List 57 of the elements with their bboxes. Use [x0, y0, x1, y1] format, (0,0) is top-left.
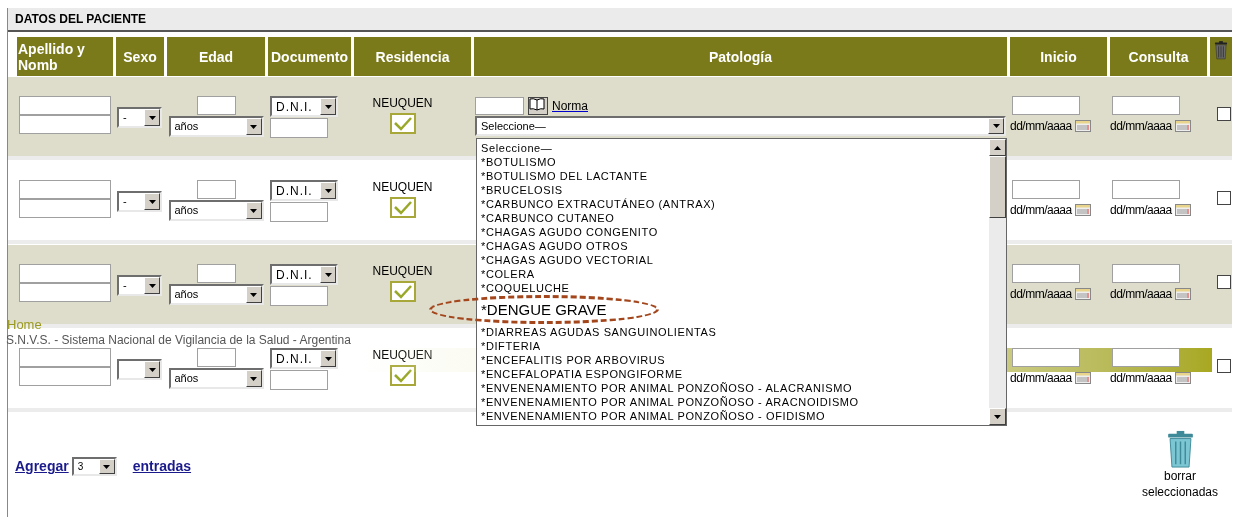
select-field[interactable]: años: [168, 284, 264, 305]
dropdown-option[interactable]: *ENVENENAMIENTO POR ANIMAL PONZOÑOSO - ALACRANISMO: [481, 381, 853, 395]
dropdown-option[interactable]: *CHAGAS AGUDO OTROS: [481, 239, 629, 253]
date-hint: dd/mm/aaaa: [1110, 286, 1172, 303]
residence-text: NEUQUEN: [372, 180, 433, 194]
residence-text: NEUQUEN: [372, 96, 433, 110]
select-field[interactable]: años: [168, 116, 264, 137]
select-field[interactable]: D.N.I.: [270, 96, 338, 117]
dropdown-option[interactable]: *COLERA: [481, 267, 535, 281]
column-header[interactable]: Patología: [474, 37, 1007, 76]
entries-link[interactable]: entradas: [125, 456, 192, 477]
dropdown-option[interactable]: *BOTULISMO DEL LACTANTE: [481, 169, 648, 183]
date-hint: dd/mm/aaaa: [1110, 202, 1172, 219]
select-field[interactable]: D.N.I.: [270, 264, 338, 285]
norma-link[interactable]: Norma: [552, 96, 588, 115]
column-header[interactable]: Consulta: [1110, 37, 1207, 76]
column-header[interactable]: Apellido y Nomb: [17, 37, 113, 76]
select-field[interactable]: años: [168, 368, 264, 389]
column-header[interactable]: Residencia: [354, 37, 471, 76]
dropdown-option[interactable]: *DENGUE GRAVE: [481, 301, 607, 319]
residence-text: NEUQUEN: [372, 264, 433, 278]
date-hint: dd/mm/aaaa: [1010, 118, 1072, 135]
dropdown-option[interactable]: *ENVENENAMIENTO POR ANIMAL PONZOÑOSO - ARACNOIDISMO: [481, 395, 859, 409]
dropdown-option[interactable]: *DIFTERIA: [481, 339, 541, 353]
dropdown-option[interactable]: *BOTULISMO: [481, 155, 557, 169]
dropdown-option[interactable]: *BRUCELOSIS: [481, 183, 563, 197]
residence-text: NEUQUEN: [372, 348, 433, 362]
delete-label: borrar seleccionadas: [1140, 468, 1220, 500]
column-header[interactable]: Sexo: [116, 37, 164, 76]
section-title: DATOS DEL PACIENTE: [15, 11, 147, 28]
select-field[interactable]: 3: [71, 457, 117, 476]
select-field[interactable]: años: [168, 200, 264, 221]
dropdown-option[interactable]: *CHAGAS AGUDO CONGENITO: [481, 225, 658, 239]
date-hint: dd/mm/aaaa: [1010, 202, 1072, 219]
dropdown-option[interactable]: *CHAGAS AGUDO VECTORIAL: [481, 253, 654, 267]
column-header[interactable]: Edad: [167, 37, 265, 76]
date-hint: dd/mm/aaaa: [1010, 370, 1072, 387]
select-field[interactable]: -: [117, 275, 162, 296]
dropdown-option[interactable]: *ENCEFALITIS POR ARBOVIRUS: [481, 353, 666, 367]
dropdown-option[interactable]: Seleccione—: [481, 141, 553, 155]
column-header[interactable]: Documento: [268, 37, 351, 76]
select-field[interactable]: D.N.I.: [270, 180, 338, 201]
select-field[interactable]: D.N.I.: [270, 348, 338, 369]
date-hint: dd/mm/aaaa: [1010, 286, 1072, 303]
column-header[interactable]: Inicio: [1010, 37, 1107, 76]
add-link[interactable]: Agregar: [15, 456, 69, 477]
date-hint: dd/mm/aaaa: [1110, 118, 1172, 135]
select-field[interactable]: -: [117, 191, 162, 212]
dropdown-option[interactable]: *ENCEFALOPATIA ESPONGIFORME: [481, 367, 683, 381]
dropdown-option[interactable]: *COQUELUCHE: [481, 281, 570, 295]
dropdown-option[interactable]: *ENVENENAMIENTO POR ANIMAL PONZOÑOSO - OFIDISMO: [481, 409, 826, 423]
dropdown-option[interactable]: *CARBUNCO EXTRACUTÁNEO (ANTRAX): [481, 197, 716, 211]
dropdown-option[interactable]: *CARBUNCO CUTANEO: [481, 211, 615, 225]
select-field[interactable]: Seleccione—: [475, 116, 1006, 136]
date-hint: dd/mm/aaaa: [1110, 370, 1172, 387]
select-field[interactable]: -: [117, 107, 162, 128]
dropdown-option[interactable]: *DIARREAS AGUDAS SANGUINOLIENTAS: [481, 325, 717, 339]
